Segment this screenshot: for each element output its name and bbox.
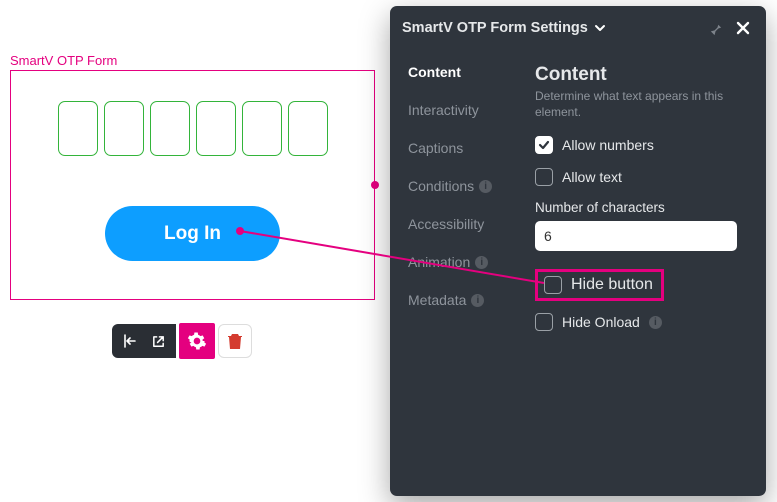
otp-cell[interactable]: [58, 101, 98, 156]
tab-captions[interactable]: Captions: [408, 140, 522, 156]
tab-interactivity[interactable]: Interactivity: [408, 102, 522, 118]
otp-cell[interactable]: [242, 101, 282, 156]
chevron-down-icon[interactable]: [594, 22, 606, 34]
tab-content[interactable]: Content: [408, 64, 522, 80]
element-toolbar: [112, 323, 252, 359]
hide-button-checkbox[interactable]: Hide button: [535, 269, 664, 301]
otp-cell[interactable]: [150, 101, 190, 156]
content-heading: Content: [535, 64, 748, 86]
otp-cell[interactable]: [288, 101, 328, 156]
content-description: Determine what text appears in this elem…: [535, 89, 748, 120]
otp-input-row: [11, 101, 374, 156]
otp-cell[interactable]: [196, 101, 236, 156]
align-left-icon[interactable]: [116, 327, 144, 355]
tab-accessibility[interactable]: Accessibility: [408, 216, 522, 232]
info-icon: i: [471, 294, 484, 307]
allow-numbers-label: Allow numbers: [562, 137, 654, 153]
settings-panel: SmartV OTP Form Settings Content Interac…: [390, 6, 766, 496]
checkbox-empty-icon: [535, 313, 553, 331]
selection-handle[interactable]: [371, 181, 379, 189]
num-chars-label: Number of characters: [535, 200, 748, 215]
tab-conditions[interactable]: Conditionsi: [408, 178, 522, 194]
hide-onload-checkbox[interactable]: Hide Onload i: [535, 313, 748, 331]
checkbox-empty-icon: [535, 168, 553, 186]
delete-trash-icon[interactable]: [218, 324, 252, 358]
allow-text-label: Allow text: [562, 169, 622, 185]
close-icon[interactable]: [732, 17, 754, 39]
hide-onload-label: Hide Onload: [562, 314, 640, 330]
panel-title: SmartV OTP Form Settings: [402, 20, 588, 36]
allow-text-checkbox[interactable]: Allow text: [535, 168, 748, 186]
checkbox-checked-icon: [535, 136, 553, 154]
login-button[interactable]: Log In: [105, 206, 280, 261]
tab-animation[interactable]: Animationi: [408, 254, 522, 270]
info-icon: i: [475, 256, 488, 269]
settings-content: Content Determine what text appears in t…: [522, 50, 766, 496]
panel-header: SmartV OTP Form Settings: [390, 6, 766, 50]
allow-numbers-checkbox[interactable]: Allow numbers: [535, 136, 748, 154]
otp-cell[interactable]: [104, 101, 144, 156]
pin-icon[interactable]: [704, 17, 726, 39]
hide-button-label: Hide button: [571, 276, 653, 294]
form-canvas-label: SmartV OTP Form: [10, 53, 117, 68]
tab-metadata[interactable]: Metadatai: [408, 292, 522, 308]
otp-form-frame[interactable]: Log In: [10, 70, 375, 300]
info-icon: i: [649, 316, 662, 329]
info-icon: i: [479, 180, 492, 193]
settings-tab-list: Content Interactivity Captions Condition…: [390, 50, 522, 496]
open-external-icon[interactable]: [144, 327, 172, 355]
settings-gear-icon[interactable]: [179, 323, 215, 359]
checkbox-empty-icon: [544, 276, 562, 294]
num-chars-input[interactable]: [535, 221, 737, 251]
